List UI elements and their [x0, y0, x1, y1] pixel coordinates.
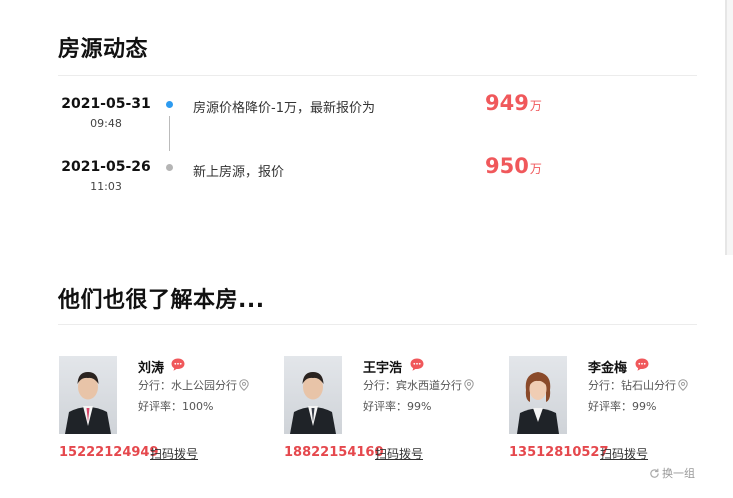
entry-time: 09:48: [90, 117, 122, 130]
agent-branch-text: 分行：水上公园分行: [138, 379, 237, 392]
agent-name: 刘涛: [138, 361, 165, 376]
history-divider: [58, 75, 697, 76]
scan-to-call-link[interactable]: 扫码拨号: [600, 445, 648, 462]
scan-to-call-link[interactable]: 扫码拨号: [150, 445, 198, 462]
agent-branch-text: 分行：宾水西道分行: [363, 379, 462, 392]
timeline-connector: [169, 116, 170, 151]
location-pin-icon: [678, 379, 688, 391]
agents-title: 他们也很了解本房...: [58, 288, 265, 313]
agent-photo-female-icon: [517, 372, 559, 434]
agent-phone: 13512810527: [509, 445, 609, 460]
page-scroll-shadow: [727, 0, 733, 255]
agent-card: 王宇浩 分行：宾水西道分行 好评率：99% 18822154160 扫码拨号: [284, 356, 509, 466]
agent-name: 王宇浩: [363, 361, 403, 376]
entry-date: 2021-05-31: [61, 96, 151, 112]
agent-card: 刘涛 分行：水上公园分行 好评率：100% 15222124949 扫码拨号: [59, 356, 284, 466]
timeline-dot-active: [166, 101, 173, 108]
agent-rating: 好评率：99%: [588, 400, 657, 413]
agent-rating: 好评率：100%: [138, 400, 214, 413]
location-pin-icon: [464, 379, 474, 391]
agents-divider: [58, 324, 697, 325]
agent-name: 李金梅: [588, 361, 628, 376]
price-unit: 万: [529, 162, 542, 176]
agent-branch: 分行：水上公园分行: [138, 377, 249, 393]
agent-photo-male-icon: [290, 372, 336, 434]
chat-bubble-icon[interactable]: [635, 358, 649, 371]
entry-time: 11:03: [90, 180, 122, 193]
entry-description: 房源价格降价-1万，最新报价为: [193, 101, 375, 116]
agent-photo[interactable]: [284, 356, 342, 434]
price-unit: 万: [529, 99, 542, 113]
scan-to-call-link[interactable]: 扫码拨号: [375, 445, 423, 462]
refresh-agents-button[interactable]: 换一组: [649, 465, 695, 481]
agent-branch-text: 分行：钻石山分行: [588, 379, 676, 392]
agent-photo-male-icon: [65, 372, 111, 434]
entry-price: 949万: [485, 91, 542, 115]
agent-rating: 好评率：99%: [363, 400, 432, 413]
refresh-icon: [650, 468, 659, 478]
price-value: 949: [485, 91, 529, 115]
agent-card: 李金梅 分行：钻石山分行 好评率：99% 13512810527 扫码拨号: [509, 356, 733, 466]
agent-phone: 15222124949: [59, 445, 159, 460]
entry-description: 新上房源，报价: [193, 165, 285, 180]
chat-bubble-icon[interactable]: [410, 358, 424, 371]
history-title: 房源动态: [58, 37, 149, 62]
price-value: 950: [485, 154, 529, 178]
agent-photo[interactable]: [59, 356, 117, 434]
agent-branch: 分行：钻石山分行: [588, 377, 688, 393]
agent-phone: 18822154160: [284, 445, 384, 460]
refresh-label: 换一组: [662, 467, 695, 480]
timeline-dot: [166, 164, 173, 171]
agent-photo[interactable]: [509, 356, 567, 434]
agent-branch: 分行：宾水西道分行: [363, 377, 474, 393]
chat-bubble-icon[interactable]: [171, 358, 185, 371]
entry-price: 950万: [485, 154, 542, 178]
location-pin-icon: [239, 379, 249, 391]
entry-date: 2021-05-26: [61, 159, 151, 175]
